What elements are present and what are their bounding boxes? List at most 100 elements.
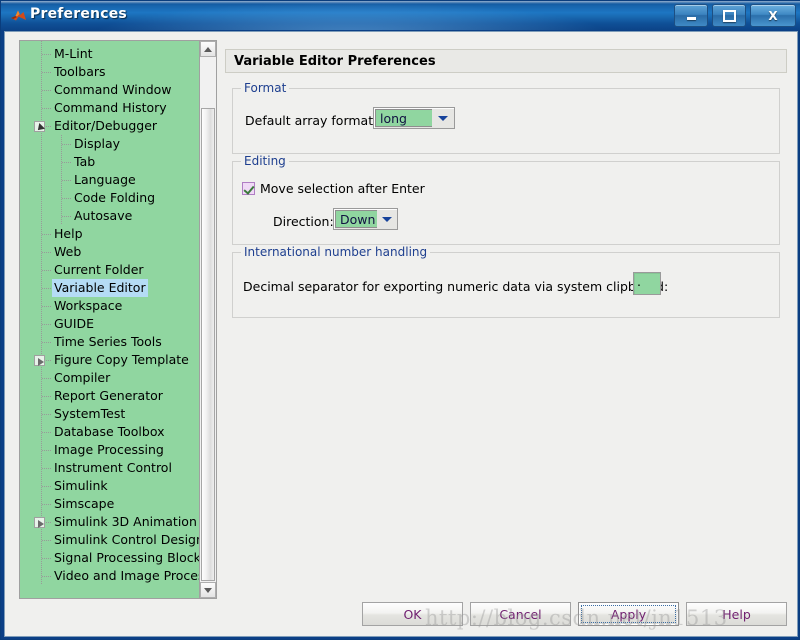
sidebar-item-simulink-3d-animation[interactable]: Simulink 3D Animation — [20, 513, 200, 531]
sidebar-item-label: Variable Editor — [52, 279, 148, 297]
direction-dropdown[interactable]: Down — [333, 208, 398, 230]
sidebar-item-label: Code Folding — [74, 190, 156, 205]
sidebar-item-display[interactable]: Display — [20, 135, 200, 153]
editing-group-title: Editing — [241, 154, 289, 168]
chevron-up-icon — [204, 47, 212, 52]
sidebar-item-web[interactable]: Web — [20, 243, 200, 261]
scroll-down-button[interactable] — [200, 582, 216, 598]
tree-collapse-icon[interactable] — [34, 121, 45, 132]
format-group: Format Default array format: long — [232, 81, 780, 154]
dropdown-arrow-icon — [432, 108, 454, 128]
sidebar-item-label: Simulink Control Design — [54, 532, 200, 547]
sidebar-item-guide[interactable]: GUIDE — [20, 315, 200, 333]
sidebar-item-command-window[interactable]: Command Window — [20, 81, 200, 99]
sidebar-item-compiler[interactable]: Compiler — [20, 369, 200, 387]
tree-expand-icon[interactable] — [34, 517, 45, 528]
sidebar-item-code-folding[interactable]: Code Folding — [20, 189, 200, 207]
sidebar-item-figure-copy-template[interactable]: Figure Copy Template — [20, 351, 200, 369]
sidebar-item-label: Image Processing — [54, 442, 164, 457]
sidebar-item-toolbars[interactable]: Toolbars — [20, 63, 200, 81]
sidebar-item-video-and-image-processing[interactable]: Video and Image Processing — [20, 567, 200, 585]
sidebar-item-label: M-Lint — [54, 46, 93, 61]
sidebar-item-tab[interactable]: Tab — [20, 153, 200, 171]
tree-guide-line — [42, 288, 51, 289]
tree-guide-line — [42, 468, 51, 469]
international-number-group: International number handling Decimal se… — [232, 245, 780, 318]
dialog-client-area: ColorsM-LintToolbarsCommand WindowComman… — [4, 31, 798, 637]
sidebar-item-editor-debugger[interactable]: Editor/Debugger — [20, 117, 200, 135]
sidebar-item-label: Command History — [54, 100, 167, 115]
sidebar-item-label: Toolbars — [54, 64, 106, 79]
sidebar-item-systemtest[interactable]: SystemTest — [20, 405, 200, 423]
sidebar-item-label: Help — [54, 226, 83, 241]
sidebar-item-time-series-tools[interactable]: Time Series Tools — [20, 333, 200, 351]
ok-button[interactable]: OK — [362, 602, 463, 626]
tree-vertical-scrollbar[interactable] — [199, 41, 216, 598]
close-button[interactable]: X — [750, 4, 796, 27]
tree-guide-line — [62, 162, 71, 163]
tree-guide-line — [62, 180, 71, 181]
tree-guide-line — [42, 270, 51, 271]
sidebar-item-command-history[interactable]: Command History — [20, 99, 200, 117]
scroll-up-button[interactable] — [200, 41, 216, 57]
chevron-down-icon — [204, 588, 212, 593]
tree-guide-line — [42, 378, 51, 379]
tree-guide-line — [62, 198, 71, 199]
sidebar-item-help[interactable]: Help — [20, 225, 200, 243]
move-selection-checkbox[interactable] — [242, 182, 255, 195]
sidebar-item-label: Editor/Debugger — [54, 118, 158, 133]
sidebar-item-image-processing[interactable]: Image Processing — [20, 441, 200, 459]
tree-expand-icon[interactable] — [34, 355, 45, 366]
tree-guide-line — [42, 234, 51, 235]
tree-guide-line — [42, 396, 51, 397]
format-group-title: Format — [241, 81, 290, 95]
sidebar-item-instrument-control[interactable]: Instrument Control — [20, 459, 200, 477]
sidebar-item-label: Simulink — [54, 478, 108, 493]
sidebar-item-label: Simulink 3D Animation — [54, 514, 197, 529]
sidebar-item-simscape[interactable]: Simscape — [20, 495, 200, 513]
tree-guide-line — [41, 153, 42, 171]
sidebar-item-workspace[interactable]: Workspace — [20, 297, 200, 315]
minimize-icon — [675, 5, 707, 26]
scrollbar-thumb[interactable] — [201, 108, 215, 581]
minimize-button[interactable] — [674, 4, 708, 27]
maximize-button[interactable] — [712, 4, 746, 27]
decimal-separator-label: Decimal separator for exporting numeric … — [243, 279, 669, 294]
sidebar-item-label: Time Series Tools — [54, 334, 162, 349]
editing-group: Editing Move selection after Enter Direc… — [232, 154, 780, 245]
sidebar-item-report-generator[interactable]: Report Generator — [20, 387, 200, 405]
matlab-logo-icon — [10, 7, 27, 24]
sidebar-item-autosave[interactable]: Autosave — [20, 207, 200, 225]
sidebar-item-database-toolbox[interactable]: Database Toolbox — [20, 423, 200, 441]
preferences-window: Preferences X ColorsM-LintToolbarsComman… — [0, 0, 800, 640]
default-array-format-dropdown[interactable]: long — [373, 107, 455, 129]
sidebar-item-current-folder[interactable]: Current Folder — [20, 261, 200, 279]
page-title: Variable Editor Preferences — [225, 49, 787, 73]
sidebar-item-simulink[interactable]: Simulink — [20, 477, 200, 495]
tree-guide-line — [42, 414, 51, 415]
tree-guide-line — [42, 558, 51, 559]
sidebar-item-language[interactable]: Language — [20, 171, 200, 189]
dropdown-arrow-icon — [377, 209, 397, 229]
cancel-button[interactable]: Cancel — [470, 602, 571, 626]
preferences-tree[interactable]: ColorsM-LintToolbarsCommand WindowComman… — [20, 41, 200, 598]
tree-guide-line — [42, 432, 51, 433]
sidebar-item-variable-editor[interactable]: Variable Editor — [20, 279, 200, 297]
direction-label: Direction: — [273, 214, 334, 229]
decimal-separator-input[interactable]: . — [633, 272, 661, 295]
sidebar-item-label: Web — [54, 244, 82, 259]
sidebar-item-signal-processing-blockset[interactable]: Signal Processing Blockset — [20, 549, 200, 567]
sidebar-item-label: Simscape — [54, 496, 115, 511]
tree-guide-line — [42, 90, 51, 91]
sidebar-item-label: Instrument Control — [54, 460, 172, 475]
apply-button[interactable]: Apply — [578, 602, 679, 626]
help-button[interactable]: Help — [686, 602, 787, 626]
tree-guide-line — [42, 108, 51, 109]
sidebar-item-simulink-control-design[interactable]: Simulink Control Design — [20, 531, 200, 549]
preferences-tree-panel: ColorsM-LintToolbarsCommand WindowComman… — [19, 40, 217, 599]
sidebar-item-label: Autosave — [74, 208, 133, 223]
sidebar-item-m-lint[interactable]: M-Lint — [20, 45, 200, 63]
sidebar-item-label: Workspace — [54, 298, 123, 313]
sidebar-item-label: Current Folder — [54, 262, 144, 277]
tree-guide-line — [42, 504, 51, 505]
